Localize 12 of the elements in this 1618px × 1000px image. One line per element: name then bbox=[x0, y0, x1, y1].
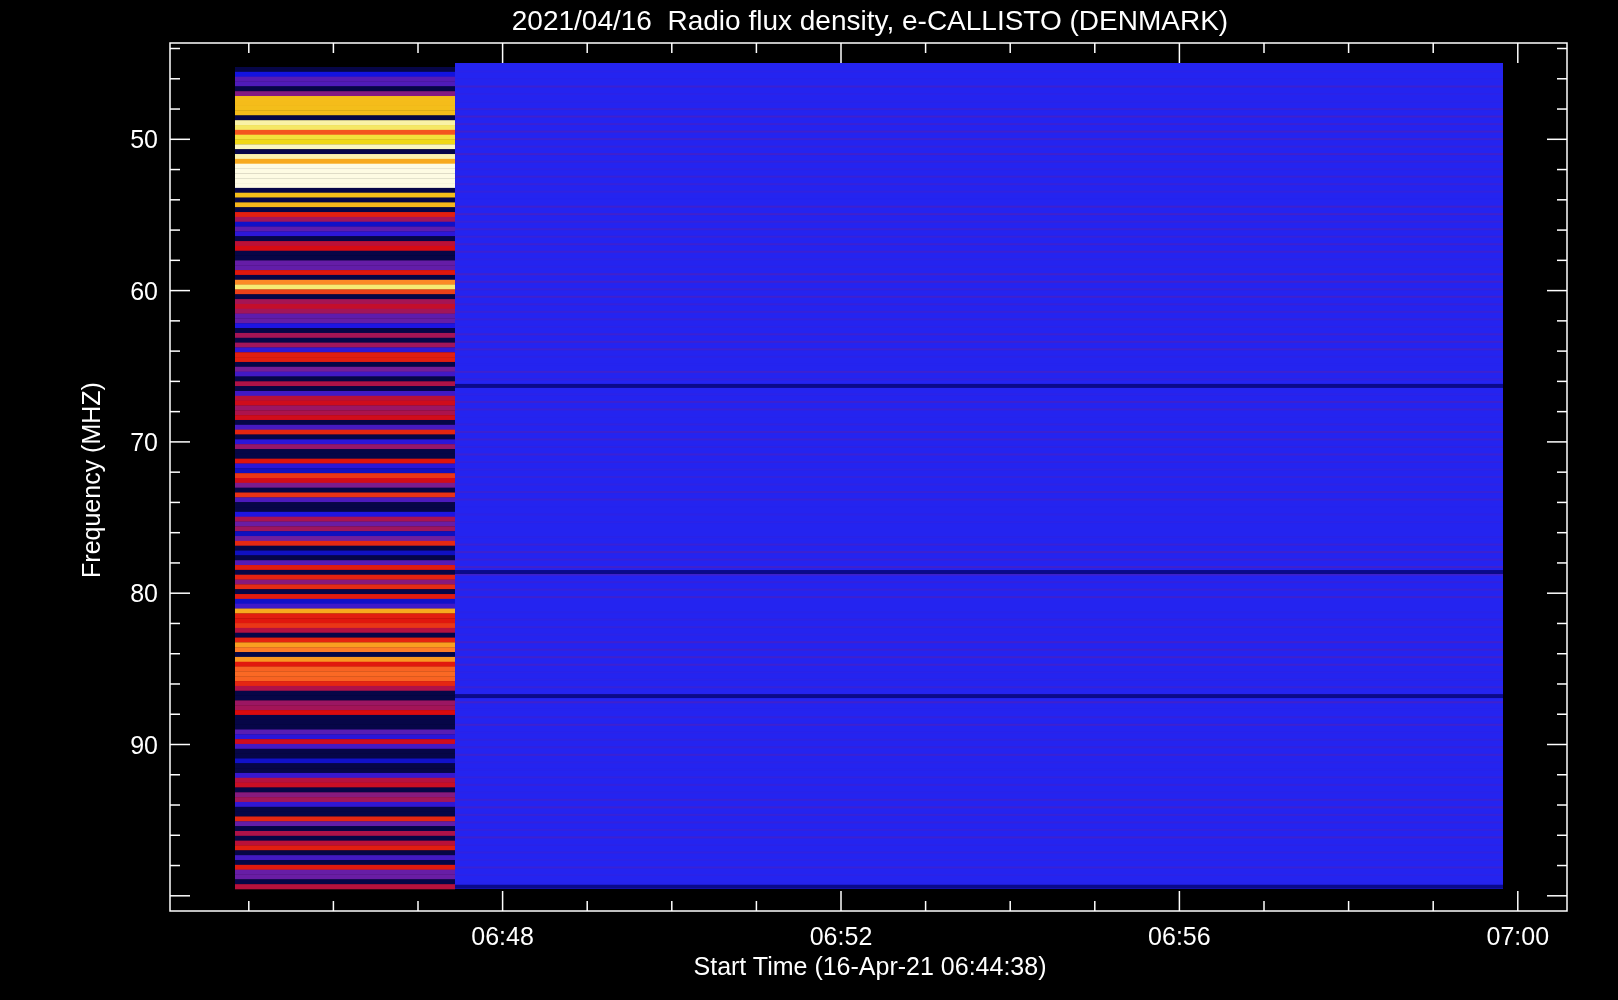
x-tick-label: 06:56 bbox=[1148, 922, 1211, 950]
x-tick-label: 07:00 bbox=[1486, 922, 1550, 950]
plot-title: 2021/04/16 Radio flux density, e-CALLISTO (DENMARK) bbox=[511, 5, 1229, 36]
x-tick-label: 06:52 bbox=[809, 922, 873, 950]
y-tick-label: 50 bbox=[130, 125, 158, 154]
y-tick-label: 70 bbox=[130, 427, 158, 456]
y-tick-label: 90 bbox=[130, 730, 158, 759]
y-tick-label: 80 bbox=[130, 579, 158, 608]
x-tick-label: 06:48 bbox=[471, 922, 534, 950]
x-axis-label: Start Time (16-Apr-21 06:44:38) bbox=[693, 952, 1047, 980]
y-tick-label: 60 bbox=[130, 276, 158, 305]
y-axis-label: Frequency (MHZ) bbox=[77, 382, 105, 578]
